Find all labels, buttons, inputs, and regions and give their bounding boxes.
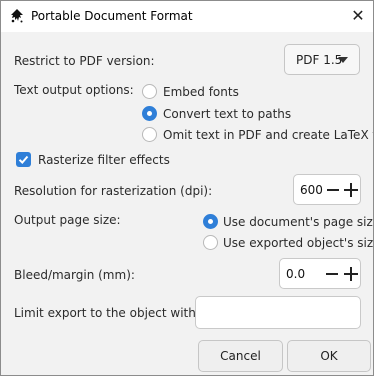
chevron-down-icon [338,57,348,63]
pdf-export-dialog: Portable Document Format ✕ Restrict to P… [0,0,374,376]
pdf-version-dropdown[interactable]: PDF 1.5 [284,44,360,75]
close-icon[interactable]: ✕ [343,1,373,32]
rasterize-checkbox[interactable] [16,152,31,167]
resolution-spinbutton[interactable]: 600 [293,174,361,205]
ok-button[interactable]: OK [287,340,371,372]
radio-document-page-size-label: Use document's page size [223,215,374,229]
pdf-version-label: Restrict to PDF version: [14,54,155,68]
radio-document-page-size[interactable] [203,214,218,229]
text-output-label: Text output options: [14,83,134,97]
object-id-input[interactable] [195,296,361,329]
pdf-version-value: PDF 1.5 [296,53,343,67]
radio-embed-fonts[interactable] [142,84,157,99]
page-size-label: Output page size: [14,213,121,227]
bleed-value: 0.0 [286,267,306,281]
radio-embed-fonts-label: Embed fonts [163,85,239,99]
minus-icon[interactable] [327,189,339,191]
bleed-spinbutton[interactable]: 0.0 [279,258,361,289]
limit-export-label: Limit export to the object with ID: [14,306,217,320]
window-title: Portable Document Format [31,9,193,23]
checkmark-icon [18,155,29,164]
cancel-button[interactable]: Cancel [198,340,283,372]
radio-omit-text-latex[interactable] [142,127,157,142]
radio-omit-text-label: Omit text in PDF and create LaTeX file [163,128,374,142]
title-bar: Portable Document Format ✕ [1,1,373,32]
inkscape-icon [9,8,25,24]
radio-exported-object-size[interactable] [203,235,218,250]
dialog-content: Restrict to PDF version: PDF 1.5 Text ou… [1,32,373,375]
bleed-label: Bleed/margin (mm): [14,268,135,282]
minus-icon[interactable] [326,273,338,275]
resolution-value: 600 [300,183,323,197]
resolution-label: Resolution for rasterization (dpi): [14,184,213,198]
radio-exported-object-size-label: Use exported object's size [223,236,374,250]
rasterize-label: Rasterize filter effects [38,153,170,167]
radio-convert-text-to-paths[interactable] [142,106,157,121]
radio-convert-text-label: Convert text to paths [163,107,292,121]
